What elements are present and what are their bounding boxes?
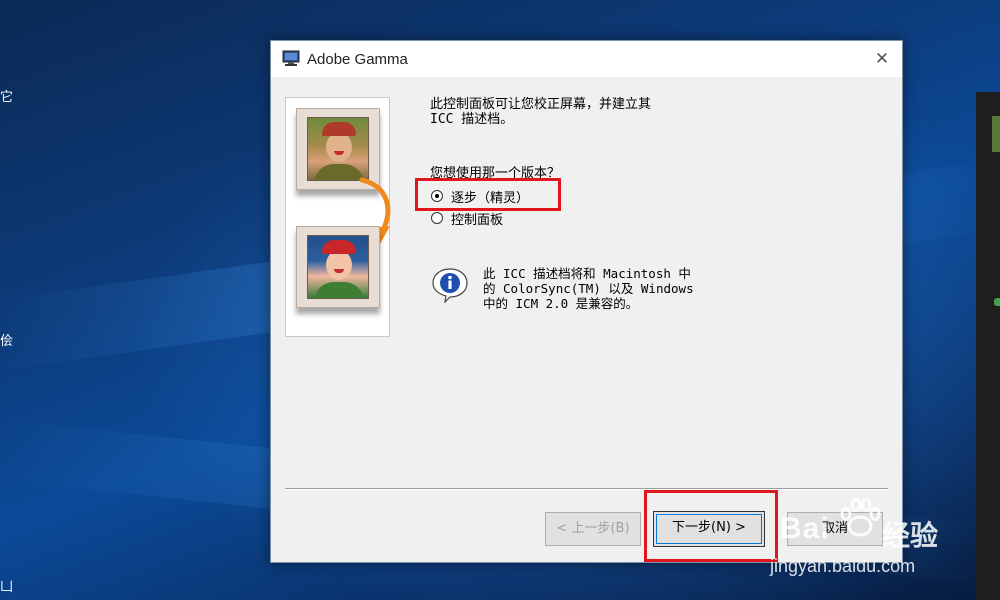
back-button[interactable]: < 上一步(B) — [545, 512, 641, 546]
monitor-after-image — [296, 226, 380, 308]
info-line: 中的 ICM 2.0 是兼容的。 — [483, 296, 639, 311]
radio-option-control-panel[interactable]: 控制面板 — [431, 209, 503, 228]
intro-line: 此控制面板可让您校正屏幕，并建立其 — [430, 97, 652, 112]
portrait-after — [307, 235, 369, 299]
radio-button[interactable] — [431, 212, 443, 224]
radio-label[interactable]: 控制面板 — [451, 209, 503, 228]
portrait-before — [307, 117, 369, 181]
info-icon — [432, 268, 468, 303]
title-bar[interactable]: Adobe Gamma ✕ — [271, 41, 902, 77]
divider — [285, 488, 888, 490]
info-line: 此 ICC 描述档将和 Macintosh 中 — [483, 266, 691, 281]
intro-text: 此控制面板可让您校正屏幕，并建立其 ICC 描述档。 — [430, 97, 651, 127]
desktop-icon-label[interactable]: 凵 — [0, 576, 13, 595]
cancel-button[interactable]: 取消 — [787, 512, 883, 546]
info-line: 的 ColorSync(TM) 以及 Windows — [483, 281, 694, 296]
status-indicator — [994, 298, 1000, 306]
window-title: Adobe Gamma — [307, 51, 408, 68]
adobe-gamma-dialog: Adobe Gamma ✕ 此控制面板可让您校正屏幕，并建立其 ICC 描述档。… — [270, 40, 903, 563]
monitor-app-icon — [282, 50, 300, 66]
intro-line: ICC 描述档。 — [430, 112, 514, 127]
background-window-thumbnail — [992, 116, 1000, 152]
annotation-highlight-box — [415, 178, 561, 211]
annotation-highlight-box — [644, 490, 778, 562]
background-window[interactable] — [976, 92, 1000, 600]
desktop-icon-label[interactable]: 侩 — [0, 330, 13, 349]
gamma-illustration — [285, 97, 391, 337]
desktop-icon-label[interactable]: 它 — [0, 86, 13, 105]
compatibility-info: 此 ICC 描述档将和 Macintosh 中 的 ColorSync(TM) … — [483, 266, 694, 311]
close-icon: ✕ — [874, 49, 890, 69]
close-button[interactable]: ✕ — [867, 45, 897, 73]
